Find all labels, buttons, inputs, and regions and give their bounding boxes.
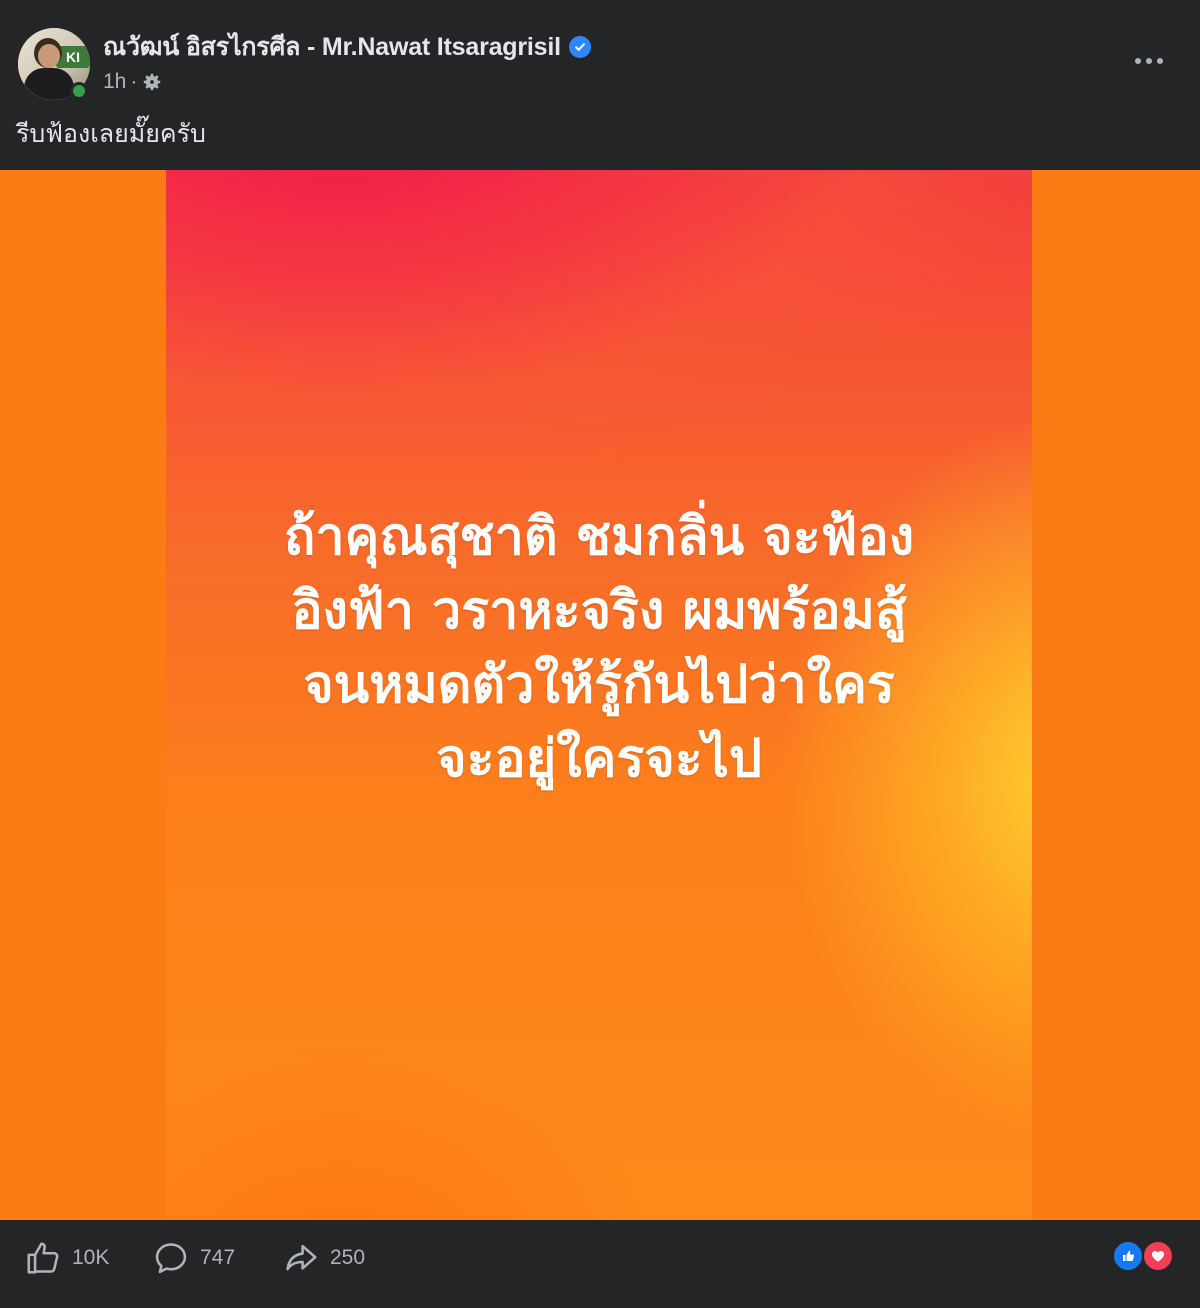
thumbs-up-icon: [27, 1242, 59, 1274]
post-footer: 10K 747 250: [0, 1220, 1200, 1308]
card-text-line: ถ้าคุณสุชาติ ชมกลิ่น จะฟ้อง: [283, 507, 915, 567]
verified-badge-icon: [568, 36, 591, 58]
more-dot: [1146, 58, 1152, 64]
more-dots-icon[interactable]: [1128, 44, 1170, 78]
share-arrow-icon: [286, 1244, 317, 1271]
text-background-card: ถ้าคุณสุชาติ ชมกลิ่น จะฟ้อง อิงฟ้า วราหะ…: [166, 170, 1032, 1220]
author-row: ณวัฒน์ อิสรไกรศีล - Mr.Nawat Itsaragrisi…: [103, 30, 591, 64]
online-status-dot: [70, 82, 88, 100]
meta-separator: ·: [130, 70, 138, 93]
share-count: 250: [330, 1246, 366, 1269]
comment-count: 747: [200, 1246, 236, 1269]
reactions-summary[interactable]: [1112, 1240, 1182, 1274]
like-button[interactable]: 10K: [24, 1238, 109, 1278]
post-media[interactable]: ถ้าคุณสุชาติ ชมกลิ่น จะฟ้อง อิงฟ้า วราหะ…: [0, 170, 1200, 1220]
facebook-post: KI ณวัฒน์ อิสรไกรศีล - Mr.Nawat Itsaragr…: [0, 0, 1200, 1308]
card-text-line: อิงฟ้า วราหะจริง ผมพร้อมสู้: [291, 581, 907, 641]
comment-button[interactable]: 747: [152, 1238, 235, 1278]
post-header: KI ณวัฒน์ อิสรไกรศีล - Mr.Nawat Itsaragr…: [0, 0, 1200, 168]
author-name[interactable]: ณวัฒน์ อิสรไกรศีล - Mr.Nawat Itsaragrisi…: [103, 27, 561, 67]
post-caption: รีบฟ้องเลยมั๊ยครับ: [16, 120, 206, 148]
love-reaction-icon: [1142, 1240, 1174, 1272]
more-dot: [1135, 58, 1141, 64]
card-text: ถ้าคุณสุชาติ ชมกลิ่น จะฟ้อง อิงฟ้า วราหะ…: [166, 500, 1032, 796]
like-count: 10K: [72, 1246, 110, 1269]
like-reaction-icon: [1112, 1240, 1144, 1272]
post-meta: 1h ·: [103, 68, 163, 96]
avatar-body: [24, 68, 74, 100]
gear-icon[interactable]: [141, 71, 163, 93]
more-dot: [1157, 58, 1163, 64]
comment-bubble-icon: [155, 1243, 187, 1274]
share-button[interactable]: 250: [282, 1238, 365, 1278]
card-text-line: จนหมดตัวให้รู้กันไปว่าใคร: [303, 655, 895, 715]
avatar-face: [38, 44, 60, 68]
post-time[interactable]: 1h: [103, 70, 126, 94]
card-text-line: จะอยู่ใครจะไป: [436, 729, 762, 789]
